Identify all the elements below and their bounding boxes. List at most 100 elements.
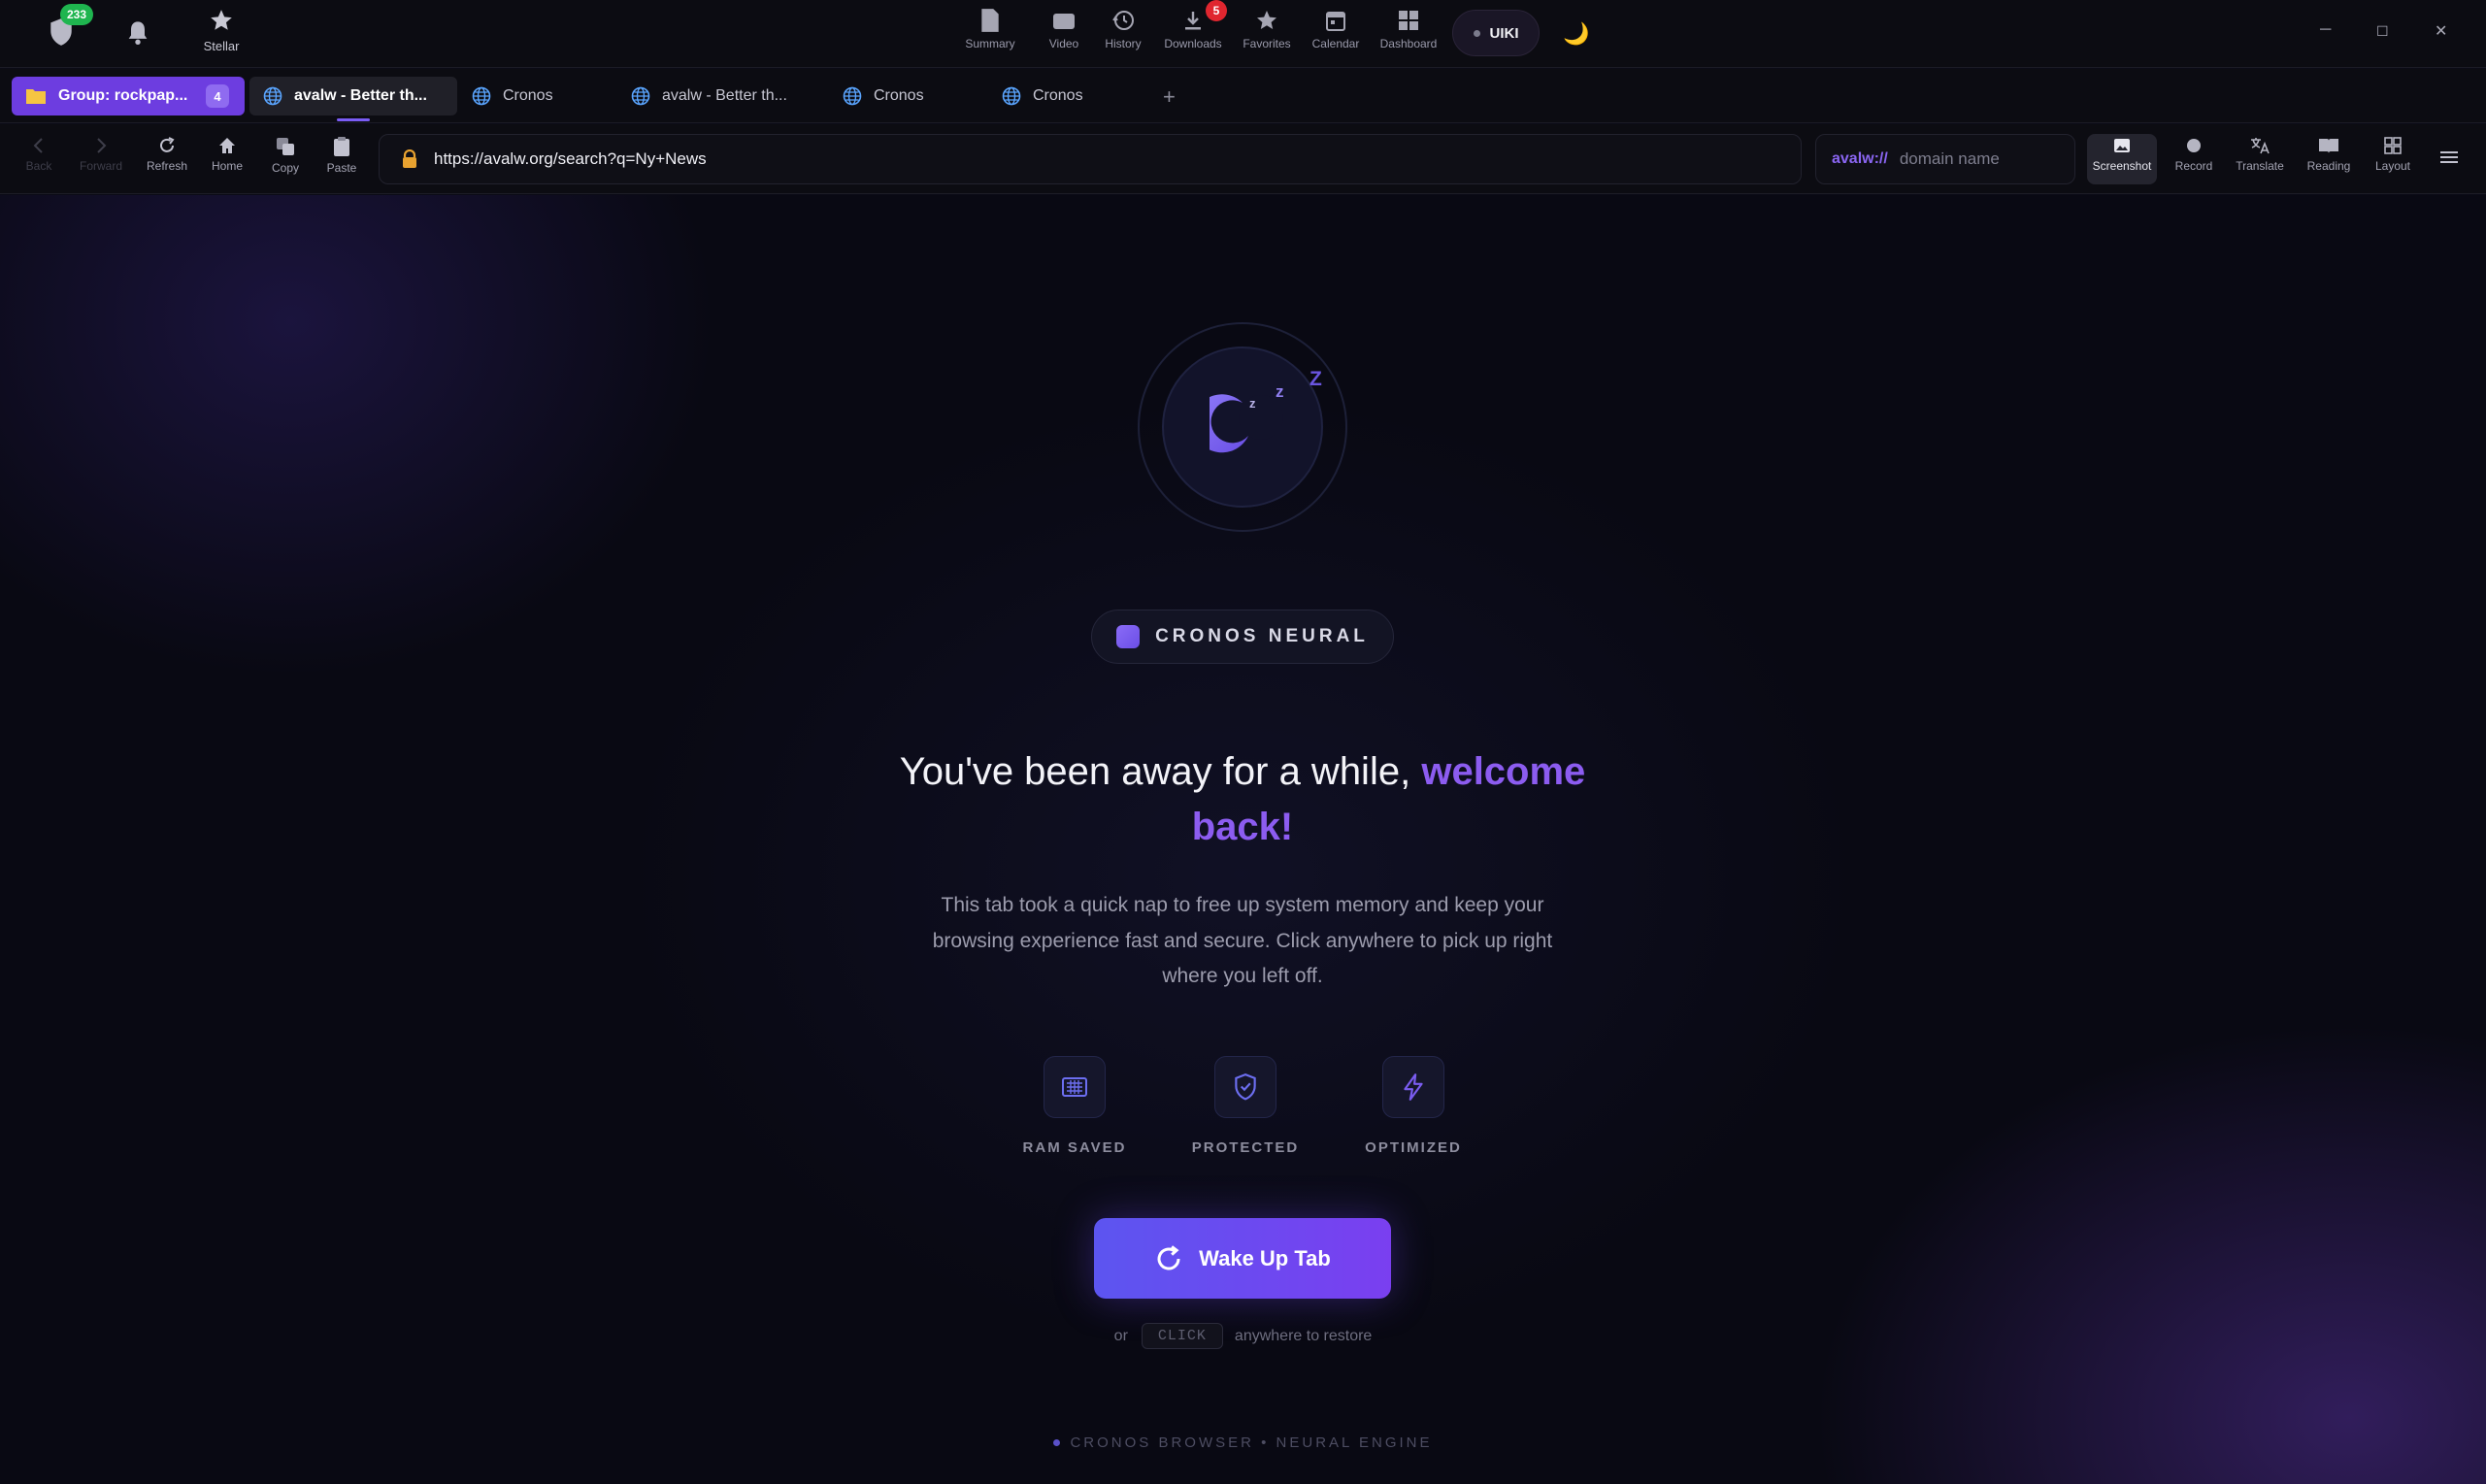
summary-button[interactable]: Summary bbox=[961, 8, 1019, 50]
home-label: Home bbox=[211, 159, 243, 173]
restore-hint: or CLICK anywhere to restore bbox=[0, 1323, 2486, 1349]
history-icon bbox=[1112, 11, 1134, 30]
tab-item[interactable]: Cronos bbox=[458, 77, 613, 115]
calendar-label: Calendar bbox=[1311, 37, 1360, 50]
dashboard-label: Dashboard bbox=[1379, 37, 1438, 50]
chevron-right-icon bbox=[97, 138, 107, 153]
tab-item[interactable]: avalw - Better th... bbox=[249, 77, 457, 115]
sleeping-tab-page[interactable]: z z Z CRONOS NEURAL You've been away for… bbox=[0, 195, 2486, 1484]
feature-label: OPTIMIZED bbox=[1365, 1139, 1462, 1156]
active-tab-indicator bbox=[337, 118, 370, 121]
layout-grid-icon bbox=[2384, 137, 2402, 154]
tab-item[interactable]: Cronos bbox=[988, 77, 1144, 115]
copy-button[interactable]: Copy bbox=[256, 136, 315, 175]
hint-suffix: anywhere to restore bbox=[1234, 1327, 1373, 1344]
headline-main: You've been away for a while, bbox=[899, 750, 1411, 793]
close-button[interactable]: ✕ bbox=[2435, 21, 2447, 41]
address-bar[interactable]: https://avalw.org/search?q=Ny+News bbox=[379, 134, 1802, 184]
translate-button[interactable]: Translate bbox=[2231, 136, 2289, 173]
clipboard-icon bbox=[334, 137, 349, 156]
wake-button-label: Wake Up Tab bbox=[1199, 1245, 1331, 1270]
summary-label: Summary bbox=[965, 37, 1015, 50]
top-bar: 233 Stellar Summary Video History Downlo… bbox=[0, 0, 2486, 68]
star-icon bbox=[1257, 11, 1276, 29]
tab-group[interactable]: Group: rockpap... 4 bbox=[12, 77, 245, 115]
download-icon bbox=[1185, 12, 1201, 30]
layout-label: Layout bbox=[2374, 159, 2411, 173]
forward-button[interactable]: Forward bbox=[72, 136, 130, 173]
theme-toggle-moon-icon[interactable]: 🌙 bbox=[1563, 21, 1589, 47]
brand-logo-square bbox=[1116, 625, 1141, 648]
record-button[interactable]: Record bbox=[2165, 136, 2223, 173]
favorites-button[interactable]: Favorites bbox=[1238, 8, 1296, 50]
profile-button[interactable]: UIKI bbox=[1452, 10, 1540, 56]
book-icon bbox=[2319, 139, 2338, 153]
record-label: Record bbox=[2174, 159, 2213, 173]
hint-key: CLICK bbox=[1141, 1323, 1223, 1349]
address-bar-url[interactable]: https://avalw.org/search?q=Ny+News bbox=[434, 149, 707, 169]
footer-dot bbox=[1053, 1439, 1061, 1446]
domain-input[interactable] bbox=[1899, 149, 2055, 169]
forward-label: Forward bbox=[79, 159, 122, 173]
domain-scheme: avalw:// bbox=[1832, 150, 1888, 167]
footer: CRONOS BROWSER • NEURAL ENGINE bbox=[0, 1435, 2486, 1451]
chevron-left-icon bbox=[33, 138, 43, 153]
maximize-button[interactable]: ☐ bbox=[2376, 23, 2389, 40]
feature-protected: PROTECTED bbox=[1163, 1056, 1328, 1156]
grid-icon bbox=[1399, 11, 1418, 30]
refresh-icon bbox=[160, 137, 175, 152]
translate-icon bbox=[2251, 138, 2270, 154]
lock-icon bbox=[403, 149, 416, 168]
shield-check-icon bbox=[1214, 1056, 1276, 1118]
footer-text: CRONOS BROWSER • NEURAL ENGINE bbox=[1070, 1435, 1433, 1451]
description: This tab took a quick nap to free up sys… bbox=[932, 894, 1553, 987]
favorites-label: Favorites bbox=[1243, 37, 1291, 50]
notifications-button[interactable] bbox=[124, 19, 151, 51]
minimize-button[interactable]: ─ bbox=[2320, 21, 2331, 39]
home-button[interactable]: Home bbox=[198, 136, 256, 173]
history-button[interactable]: History bbox=[1094, 8, 1152, 50]
paste-button[interactable]: Paste bbox=[313, 136, 371, 175]
tab-label: Cronos bbox=[1033, 87, 1083, 104]
feature-label: PROTECTED bbox=[1191, 1139, 1300, 1156]
wake-up-tab-button[interactable]: Wake Up Tab bbox=[1094, 1218, 1391, 1299]
refresh-button[interactable]: Refresh bbox=[138, 136, 196, 173]
calendar-icon bbox=[1326, 12, 1345, 31]
sleep-z-small: z bbox=[1249, 396, 1256, 411]
bell-icon bbox=[128, 21, 148, 46]
brand-badge: CRONOS NEURAL bbox=[1091, 610, 1394, 664]
dashboard-button[interactable]: Dashboard bbox=[1375, 8, 1442, 50]
sleep-z-medium: z bbox=[1276, 382, 1284, 401]
layout-button[interactable]: Layout bbox=[2364, 136, 2422, 173]
calendar-button[interactable]: Calendar bbox=[1307, 8, 1365, 50]
video-button[interactable]: Video bbox=[1035, 8, 1093, 50]
tab-group-count: 4 bbox=[206, 84, 229, 108]
screenshot-button[interactable]: Screenshot bbox=[2093, 136, 2151, 173]
stellar-label: Stellar bbox=[203, 39, 240, 53]
new-tab-button[interactable]: + bbox=[1163, 84, 1176, 110]
tab-label: avalw - Better th... bbox=[662, 87, 787, 104]
image-icon bbox=[2114, 139, 2130, 152]
reading-button[interactable]: Reading bbox=[2300, 136, 2358, 173]
tab-item[interactable]: avalw - Better th... bbox=[617, 77, 821, 115]
menu-button[interactable] bbox=[2438, 148, 2460, 172]
shield-button[interactable]: 233 bbox=[49, 4, 93, 51]
refresh-icon bbox=[1157, 1244, 1180, 1270]
brand-label: CRONOS NEURAL bbox=[1155, 626, 1369, 646]
tab-label: avalw - Better th... bbox=[294, 87, 427, 104]
globe-icon bbox=[472, 86, 491, 106]
page-title: You've been away for a while, welcome ba… bbox=[854, 744, 1631, 855]
folder-icon bbox=[26, 89, 46, 104]
back-button[interactable]: Back bbox=[10, 136, 68, 173]
translate-label: Translate bbox=[2236, 159, 2284, 173]
star-icon bbox=[211, 10, 232, 30]
tab-label: Cronos bbox=[503, 87, 553, 104]
home-icon bbox=[219, 138, 235, 153]
tab-group-label: Group: rockpap... bbox=[58, 87, 188, 104]
stellar-button[interactable]: Stellar bbox=[200, 8, 243, 53]
globe-icon bbox=[1002, 86, 1021, 106]
video-label: Video bbox=[1048, 37, 1079, 50]
copy-icon bbox=[277, 138, 294, 155]
downloads-button[interactable]: Downloads 5 bbox=[1163, 0, 1227, 50]
tab-item[interactable]: Cronos bbox=[829, 77, 984, 115]
